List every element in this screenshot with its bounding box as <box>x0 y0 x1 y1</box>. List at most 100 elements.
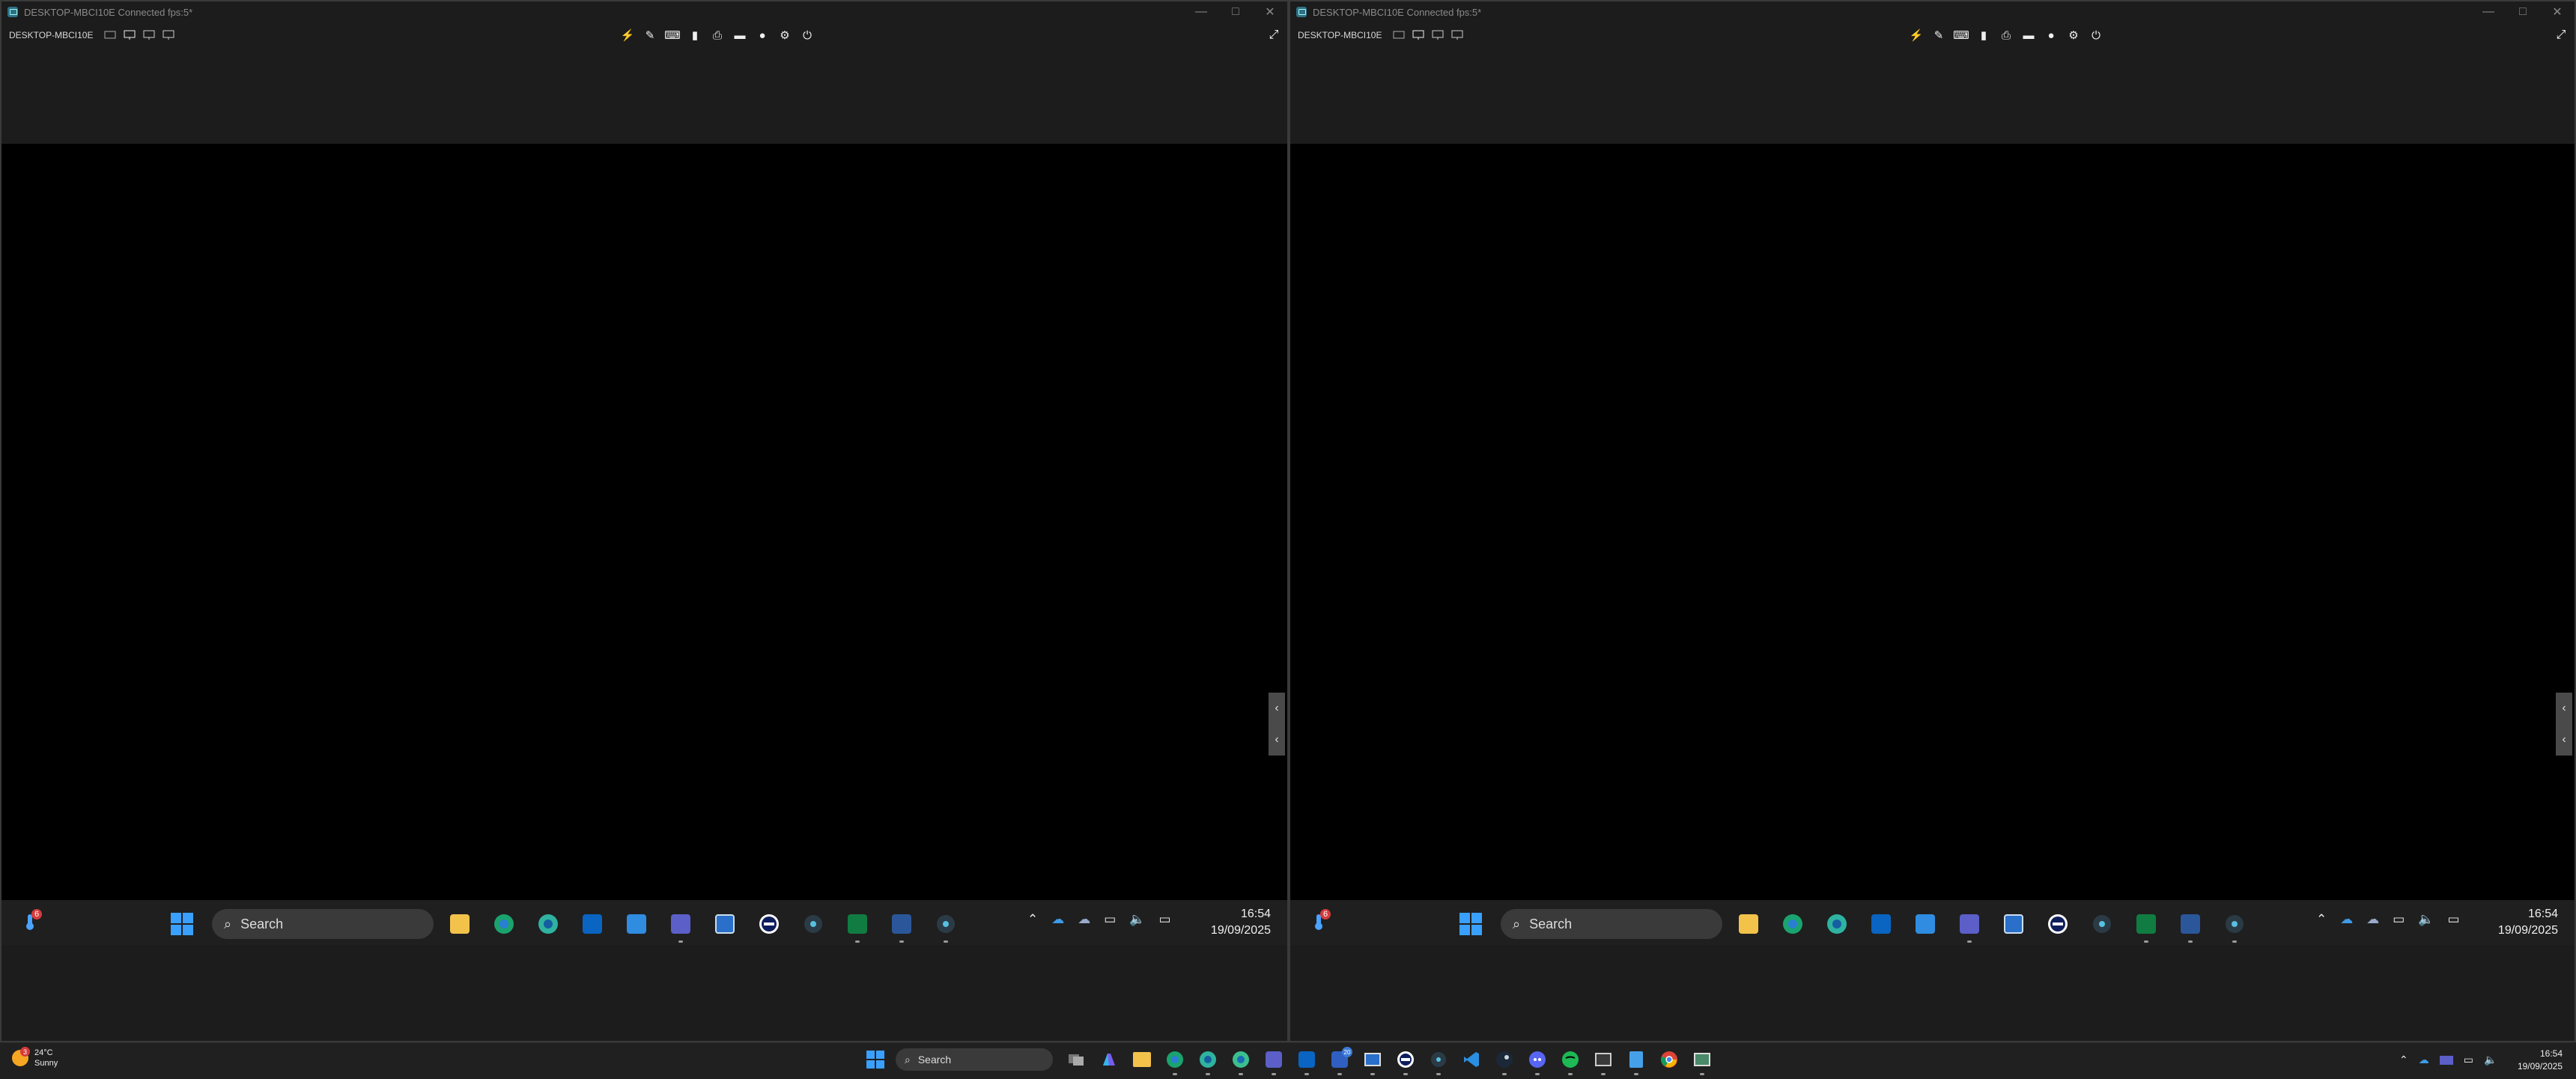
battery-icon[interactable]: ▭ <box>1158 912 1170 927</box>
network-icon[interactable]: ▭ <box>1104 912 1116 927</box>
maximize-button[interactable]: □ <box>1218 1 1253 22</box>
file-explorer-icon[interactable] <box>1129 1047 1155 1072</box>
teamviewer-icon[interactable] <box>755 910 783 938</box>
teamviewer-icon[interactable] <box>2044 910 2072 938</box>
remote-desktop-icon[interactable] <box>711 910 739 938</box>
gear-icon[interactable]: ⚙ <box>777 28 792 43</box>
keyboard-icon[interactable]: ⌨ <box>1953 28 1969 43</box>
display-3-icon[interactable] <box>1450 30 1464 40</box>
onedrive-icon[interactable]: ☁ <box>2340 912 2353 927</box>
outlook-new-icon[interactable] <box>622 910 651 938</box>
teams-work-icon[interactable]: 20 <box>1327 1047 1352 1075</box>
app-circle-icon[interactable] <box>2088 910 2116 938</box>
app-circle-icon[interactable] <box>799 910 827 938</box>
maximize-button[interactable]: □ <box>2506 1 2540 22</box>
taskbar-search[interactable]: ⌕ Search <box>896 1048 1053 1071</box>
chevron-up-icon[interactable]: ⌃ <box>2399 1054 2408 1066</box>
taskbar-search[interactable]: ⌕ Search <box>212 909 434 939</box>
display-1-icon[interactable] <box>103 30 117 40</box>
side-panel-handle[interactable]: ‹ ‹ <box>1269 693 1285 756</box>
app-circle-icon-2[interactable] <box>932 910 960 943</box>
chat-icon[interactable]: ● <box>755 28 770 43</box>
copilot-icon[interactable] <box>1096 1047 1122 1072</box>
chevron-left-icon[interactable]: ‹ <box>1275 702 1278 715</box>
lightning-icon[interactable]: ⚡ <box>620 28 635 43</box>
spotify-icon[interactable] <box>1558 1047 1583 1075</box>
remote-viewer-icon[interactable] <box>1689 1047 1715 1075</box>
titlebar[interactable]: DESKTOP-MBCI10E Connected fps:5* — □ ✕ <box>1 1 1287 22</box>
keyboard-icon[interactable]: ⌨ <box>664 28 681 43</box>
onedrive-sync-icon[interactable]: ☁ <box>1078 912 1090 927</box>
notepad-icon[interactable] <box>1623 1047 1649 1075</box>
chevron-left-icon[interactable]: ‹ <box>2562 702 2566 715</box>
start-button[interactable] <box>168 910 196 938</box>
outlook-icon[interactable] <box>578 910 607 938</box>
remote-window-right[interactable]: DESKTOP-MBCI10E Connected fps:5* — □ ✕ D… <box>1289 0 2576 1042</box>
edge-dev-icon[interactable] <box>1228 1047 1254 1075</box>
edge-dev-icon[interactable] <box>1823 910 1851 938</box>
display-1-icon[interactable] <box>1392 30 1406 40</box>
remote-window-left[interactable]: DESKTOP-MBCI10E Connected fps:5* — □ ✕ D… <box>0 0 1289 1042</box>
folder-icon[interactable]: ▬ <box>2021 28 2036 43</box>
file-explorer-icon[interactable] <box>446 910 474 938</box>
excel-icon[interactable] <box>2132 910 2160 943</box>
thermometer-icon[interactable]: 6 <box>1310 909 1331 931</box>
word-icon[interactable] <box>887 910 916 943</box>
start-button[interactable] <box>1456 910 1485 938</box>
volume-icon[interactable]: 🔈 <box>2418 912 2434 927</box>
folder-icon[interactable]: ▬ <box>732 28 747 43</box>
edge-icon[interactable] <box>1162 1047 1188 1075</box>
chevron-left-icon[interactable]: ‹ <box>1275 733 1278 747</box>
display-2-icon[interactable] <box>142 30 156 40</box>
clock[interactable]: 16:54 19/09/2025 <box>2518 1048 2563 1073</box>
monitor-icon[interactable] <box>1412 30 1425 40</box>
onedrive-sync-icon[interactable]: ☁ <box>2366 912 2379 927</box>
app-tray-icon[interactable] <box>2439 1055 2453 1065</box>
close-button[interactable]: ✕ <box>1253 1 1287 22</box>
teams-icon[interactable] <box>1261 1047 1287 1075</box>
task-view-icon[interactable] <box>1063 1047 1089 1072</box>
excel-icon[interactable] <box>843 910 872 943</box>
network-icon[interactable]: ▭ <box>2464 1054 2473 1066</box>
start-button[interactable] <box>863 1047 888 1072</box>
monitor-icon[interactable] <box>123 30 136 40</box>
edit-icon[interactable]: ✎ <box>643 28 657 43</box>
fullscreen-icon[interactable]: ⤢ <box>2554 28 2569 43</box>
display-2-icon[interactable] <box>1431 30 1445 40</box>
power-icon[interactable]: ⏻ <box>800 28 815 43</box>
close-button[interactable]: ✕ <box>2540 1 2575 22</box>
remote-desktop-icon[interactable] <box>1999 910 2028 938</box>
vscode-icon[interactable] <box>1459 1047 1484 1072</box>
weather-widget[interactable]: 3 24°C Sunny <box>12 1047 58 1069</box>
taskbar-search[interactable]: ⌕ Search <box>1501 909 1722 939</box>
chat-icon[interactable]: ● <box>2044 28 2059 43</box>
edge-beta-icon[interactable] <box>490 910 518 938</box>
power-icon[interactable]: ⏻ <box>2089 28 2103 43</box>
fullscreen-icon[interactable]: ⤢ <box>1266 28 1281 43</box>
onedrive-icon[interactable]: ☁ <box>2419 1054 2429 1066</box>
edge-dev-icon[interactable] <box>534 910 562 938</box>
onedrive-icon[interactable]: ☁ <box>1051 912 1064 927</box>
teams-icon[interactable] <box>666 910 695 943</box>
app-circle-icon[interactable] <box>1426 1047 1451 1075</box>
clock[interactable]: 16:54 19/09/2025 <box>1211 906 1271 939</box>
network-icon[interactable]: ▭ <box>2393 912 2405 927</box>
thermometer-icon[interactable]: 6 <box>21 909 42 931</box>
clock[interactable]: 16:54 19/09/2025 <box>2498 906 2558 939</box>
chevron-up-icon[interactable]: ⌃ <box>2316 912 2327 927</box>
teamviewer-icon[interactable] <box>1393 1047 1418 1075</box>
display-3-icon[interactable] <box>162 30 175 40</box>
print-icon[interactable]: ⎙ <box>1999 28 2014 43</box>
remote-screen[interactable]: ‹ ‹ <box>1290 144 2575 900</box>
outlook-icon[interactable] <box>1294 1047 1319 1075</box>
chevron-up-icon[interactable]: ⌃ <box>1027 912 1038 927</box>
word-icon[interactable] <box>2176 910 2205 943</box>
volume-icon[interactable]: 🔈 <box>2484 1054 2497 1066</box>
outlook-icon[interactable] <box>1867 910 1895 938</box>
titlebar[interactable]: DESKTOP-MBCI10E Connected fps:5* — □ ✕ <box>1290 1 2575 22</box>
minimize-button[interactable]: — <box>2471 1 2506 22</box>
side-panel-handle[interactable]: ‹ ‹ <box>2556 693 2572 756</box>
chrome-icon[interactable] <box>1656 1047 1682 1072</box>
edit-icon[interactable]: ✎ <box>1931 28 1946 43</box>
gear-icon[interactable]: ⚙ <box>2066 28 2081 43</box>
